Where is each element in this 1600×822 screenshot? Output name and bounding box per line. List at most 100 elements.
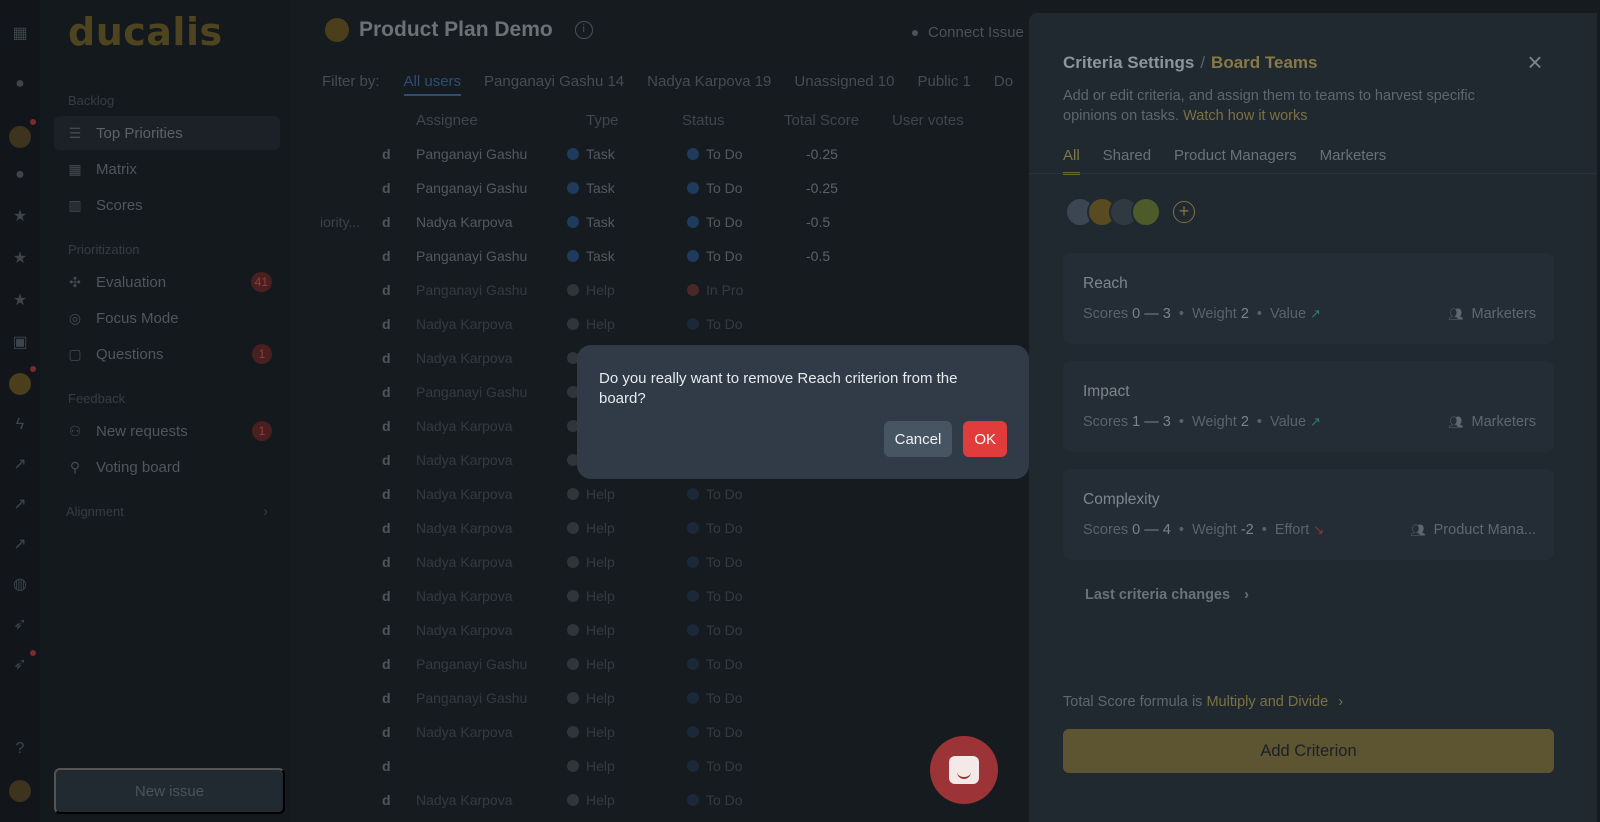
calendar-icon[interactable]: ▣ [11,334,29,352]
sidebar-item-top-priorities[interactable]: ☰ Top Priorities [54,116,280,150]
cancel-button[interactable]: Cancel [883,421,953,457]
confirm-actions: Cancel OK [883,421,1007,457]
filter-nadya[interactable]: Nadya Karpova 19 [647,73,771,96]
weight-value: 2 [1240,414,1249,430]
row-status: To Do [687,588,743,604]
column-header-assignee[interactable]: Assignee [416,112,478,129]
table-row[interactable]: d Nadya Karpova Help To Do [320,792,1020,822]
board-avatar-icon[interactable] [9,126,31,148]
lightbulb-icon[interactable]: ● [11,75,29,93]
row-type: Help [567,316,615,332]
star-icon[interactable]: ★ [11,292,29,310]
close-icon[interactable]: × [1523,49,1547,75]
tab-shared[interactable]: Shared [1103,147,1151,175]
criteria-settings-panel: Criteria Settings / Board Teams × Add or e… [1029,13,1597,822]
chat-launcher[interactable] [930,736,998,804]
row-type: Help [567,690,615,706]
avatar[interactable] [1131,197,1161,227]
table-row[interactable]: d Panganayi Gashu Task To Do -0.25 [320,146,1020,180]
table-row[interactable]: d Panganayi Gashu Task To Do -0.5 [320,248,1020,282]
table-row[interactable]: d Nadya Karpova Help To Do [320,486,1020,520]
row-status: To Do [687,690,743,706]
table-row[interactable]: d Nadya Karpova Help To Do [320,554,1020,588]
tab-all[interactable]: All [1063,147,1080,175]
formula-link[interactable]: Multiply and Divide [1206,694,1328,710]
star-icon[interactable]: ★ [11,250,29,268]
tab-marketers[interactable]: Marketers [1320,147,1387,175]
new-issue-button[interactable]: New issue [54,768,285,814]
column-header-total-score[interactable]: Total Score [784,112,859,129]
filter-public[interactable]: Public 1 [917,73,970,96]
criterion-meta: Scores 0 — 4 • Weight -2 • Effort ↘ [1083,522,1324,538]
criterion-card[interactable]: Complexity Scores 0 — 4 • Weight -2 • Effort … [1063,469,1554,560]
evaluation-icon: ✣ [69,273,81,290]
lightbulb-icon[interactable]: ● [11,166,29,184]
row-key-fragment: d [382,316,391,332]
table-row[interactable]: iority... d Nadya Karpova Task To Do -0.5 [320,214,1020,248]
table-row[interactable]: d Panganayi Gashu Help To Do [320,656,1020,690]
tab-product-managers[interactable]: Product Managers [1174,147,1297,175]
add-criterion-button[interactable]: Add Criterion [1063,729,1554,773]
row-key-fragment: d [382,656,391,672]
current-board-icon[interactable] [9,373,31,395]
weight-label: Weight [1191,414,1237,430]
chart-icon[interactable]: ↗ [11,536,29,554]
row-total-score: -0.5 [806,248,831,264]
info-icon[interactable]: i [574,21,593,39]
connect-issue-link[interactable]: Connect Issue [912,24,1024,41]
rocket-icon[interactable]: ➶ [11,616,29,634]
globe-icon[interactable]: ◍ [11,576,29,594]
last-criteria-changes-link[interactable]: Last criteria changes › [1085,587,1249,603]
confirm-dialog: Do you really want to remove Reach crite… [577,345,1029,479]
row-status: To Do [687,486,743,502]
panel-subtitle: Board Teams [1211,53,1318,72]
criterion-card[interactable]: Reach Scores 0 — 3 • Weight 2 • Value ↗ 👥︎ Mark… [1063,253,1554,344]
chart-icon[interactable]: ↗ [11,456,29,474]
row-key-fragment: d [382,792,391,808]
row-assignee: Panganayi Gashu [416,282,528,298]
formula-prefix: Total Score formula is [1063,694,1203,710]
row-type: Task [567,214,615,230]
sidebar-item-alignment[interactable]: Alignment › [54,494,280,528]
table-row[interactable]: d Nadya Karpova Help To Do [320,622,1020,656]
sidebar-item-focus-mode[interactable]: ◎ Focus Mode [54,301,280,335]
add-member-icon[interactable]: + [1173,201,1195,223]
table-row[interactable]: d Panganayi Gashu Help To Do [320,690,1020,724]
user-avatar[interactable] [9,780,31,802]
row-status: To Do [687,554,743,570]
sidebar-item-scores[interactable]: ▥ Scores [54,188,280,222]
table-row[interactable]: d Panganayi Gashu Help In Pro [320,282,1020,316]
row-key-fragment: d [382,554,391,570]
table-row[interactable]: d Nadya Karpova Help To Do [320,588,1020,622]
column-header-type[interactable]: Type [586,112,619,129]
filter-unassigned[interactable]: Unassigned 10 [794,73,894,96]
notification-dot [30,650,36,656]
ok-button[interactable]: OK [963,421,1007,457]
filter-all-users[interactable]: All users [403,73,462,96]
sidebar-item-matrix[interactable]: ▦ Matrix [54,152,280,186]
sidebar-item-questions[interactable]: ▢ Questions 1 [54,337,280,371]
last-changes-label: Last criteria changes [1085,587,1231,603]
sidebar-item-evaluation[interactable]: ✣ Evaluation 41 [54,265,280,299]
chart-icon[interactable]: ↗ [11,496,29,514]
filter-done[interactable]: Do [994,73,1013,96]
filter-panganayi[interactable]: Panganayi Gashu 14 [484,73,624,96]
table-row[interactable]: d Nadya Karpova Help To Do [320,724,1020,758]
section-prioritization: Prioritization [68,242,140,257]
lightning-icon[interactable]: ϟ [11,416,29,434]
column-header-status[interactable]: Status [682,112,725,129]
star-icon[interactable]: ★ [11,208,29,226]
help-icon[interactable]: ? [11,740,29,758]
table-row[interactable]: d Panganayi Gashu Task To Do -0.25 [320,180,1020,214]
row-status: To Do [687,520,743,536]
table-row[interactable]: d Nadya Karpova Help To Do [320,520,1020,554]
sidebar-item-voting-board[interactable]: ⚲ Voting board [54,450,280,484]
column-header-user-votes[interactable]: User votes [892,112,964,129]
sidebar-item-new-requests[interactable]: ⚇ New requests 1 [54,414,280,448]
apps-grid-icon[interactable]: ▦ [11,25,29,43]
criterion-card[interactable]: Impact Scores 1 — 3 • Weight 2 • Value ↗ 👥︎ Mar… [1063,361,1554,452]
panel-title-text[interactable]: Criteria Settings [1063,53,1194,72]
rocket-icon[interactable]: ➶ [11,656,29,674]
table-row[interactable]: d Help To Do [320,758,1020,792]
watch-how-link[interactable]: Watch how it works [1183,108,1307,124]
